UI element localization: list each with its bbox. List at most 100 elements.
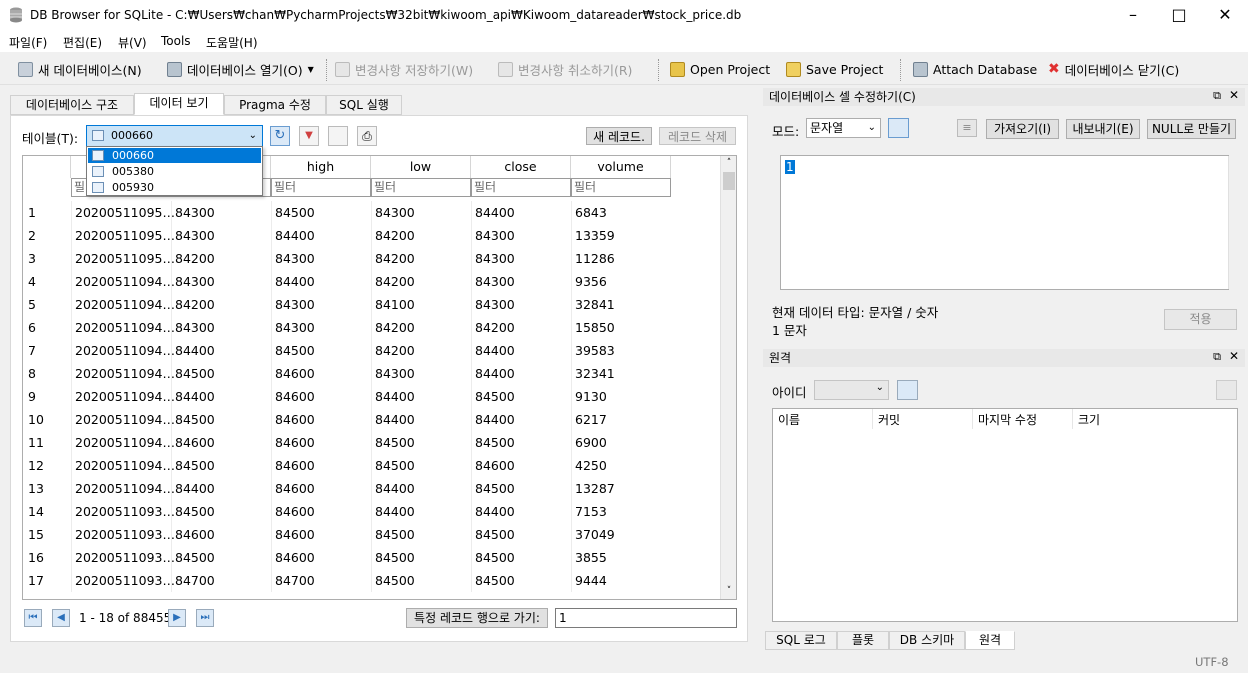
goto-record-button[interactable]: 특정 레코드 행으로 가기:: [406, 608, 548, 628]
cell-low[interactable]: 84500: [371, 431, 471, 454]
tab-browse-data[interactable]: 데이터 보기: [134, 93, 224, 115]
new-database-button[interactable]: 새 데이터베이스(N): [18, 59, 142, 79]
cell-volume[interactable]: 13287: [571, 477, 671, 500]
maximize-button[interactable]: □: [1156, 0, 1202, 30]
cell-low[interactable]: 84400: [371, 477, 471, 500]
new-record-button[interactable]: 새 레코드.: [586, 127, 652, 145]
vertical-scrollbar[interactable]: ˄ ˅: [720, 156, 736, 599]
row-number[interactable]: 3: [28, 251, 36, 266]
cell-low[interactable]: 84200: [371, 270, 471, 293]
cell-volume[interactable]: 32341: [571, 362, 671, 385]
cell-high[interactable]: 84600: [271, 385, 371, 408]
print-icon[interactable]: ⎙: [357, 126, 377, 146]
tab-plot[interactable]: 플롯: [837, 631, 889, 650]
tab-database-structure[interactable]: 데이터베이스 구조: [10, 95, 134, 115]
cell-close[interactable]: 84500: [471, 546, 571, 569]
cell-open[interactable]: 84500: [171, 408, 271, 431]
cell-low[interactable]: 84400: [371, 385, 471, 408]
cell-volume[interactable]: 15850: [571, 316, 671, 339]
cell-low[interactable]: 84100: [371, 293, 471, 316]
cell-date[interactable]: 20200511094…: [71, 431, 175, 454]
delete-record-button[interactable]: 레코드 삭제: [659, 127, 736, 145]
cell-date[interactable]: 20200511094…: [71, 385, 175, 408]
goto-record-input[interactable]: 1: [555, 608, 737, 628]
cell-close[interactable]: 84400: [471, 201, 571, 224]
column-header-close[interactable]: close: [471, 156, 571, 178]
save-table-icon[interactable]: [328, 126, 348, 146]
cell-low[interactable]: 84400: [371, 408, 471, 431]
add-identity-icon[interactable]: [897, 380, 918, 400]
cell-date[interactable]: 20200511094…: [71, 339, 175, 362]
mode-select[interactable]: 문자열 ⌄: [806, 118, 881, 138]
cell-open[interactable]: 84300: [171, 224, 271, 247]
row-number[interactable]: 5: [28, 297, 36, 312]
cell-low[interactable]: 84400: [371, 500, 471, 523]
menu-view[interactable]: 뷰(V): [118, 34, 147, 51]
cell-volume[interactable]: 9356: [571, 270, 671, 293]
open-project-button[interactable]: Open Project: [670, 59, 770, 79]
cell-date[interactable]: 20200511094…: [71, 316, 175, 339]
close-button[interactable]: ✕: [1202, 0, 1248, 30]
scroll-up-icon[interactable]: ˄: [721, 156, 736, 170]
cell-open[interactable]: 84600: [171, 431, 271, 454]
table-row[interactable]: 5 20200511094… 84200 84300 84100 84300 32841: [23, 293, 723, 316]
table-row[interactable]: 11 20200511094… 84600 84600 84500 84500 6900: [23, 431, 723, 454]
cell-high[interactable]: 84600: [271, 408, 371, 431]
remote-column-commit[interactable]: 커밋: [873, 409, 973, 429]
cell-open[interactable]: 84300: [171, 270, 271, 293]
cell-open[interactable]: 84500: [171, 500, 271, 523]
import-button[interactable]: 가져오기(I): [986, 119, 1059, 139]
table-row[interactable]: 8 20200511094… 84500 84600 84300 84400 32341: [23, 362, 723, 385]
cell-date[interactable]: 20200511093…: [71, 569, 175, 592]
remote-column-name[interactable]: 이름: [773, 409, 873, 429]
auto-switch-mode-icon[interactable]: [888, 118, 909, 138]
menu-tools[interactable]: Tools: [161, 34, 191, 48]
cell-volume[interactable]: 7153: [571, 500, 671, 523]
clear-filters-icon[interactable]: ▼: [299, 126, 319, 146]
cell-date[interactable]: 20200511094…: [71, 454, 175, 477]
cell-close[interactable]: 84300: [471, 293, 571, 316]
cell-date[interactable]: 20200511094…: [71, 362, 175, 385]
cell-low[interactable]: 84500: [371, 569, 471, 592]
chevron-down-icon[interactable]: ▼: [308, 65, 314, 74]
cell-volume[interactable]: 13359: [571, 224, 671, 247]
cell-volume[interactable]: 6900: [571, 431, 671, 454]
cell-close[interactable]: 84200: [471, 316, 571, 339]
cell-date[interactable]: 20200511094…: [71, 270, 175, 293]
table-row[interactable]: 10 20200511094… 84500 84600 84400 84400 6217: [23, 408, 723, 431]
cell-close[interactable]: 84500: [471, 569, 571, 592]
table-row[interactable]: 12 20200511094… 84500 84600 84500 84600 4250: [23, 454, 723, 477]
cell-date[interactable]: 20200511093…: [71, 546, 175, 569]
cell-close[interactable]: 84400: [471, 500, 571, 523]
cell-high[interactable]: 84500: [271, 201, 371, 224]
cell-close[interactable]: 84300: [471, 224, 571, 247]
cell-low[interactable]: 84200: [371, 247, 471, 270]
cell-volume[interactable]: 32841: [571, 293, 671, 316]
scrollbar-thumb[interactable]: [723, 172, 735, 190]
cell-volume[interactable]: 37049: [571, 523, 671, 546]
remote-column-size[interactable]: 크기: [1073, 409, 1173, 429]
table-row[interactable]: 7 20200511094… 84400 84500 84200 84400 39583: [23, 339, 723, 362]
next-record-icon[interactable]: ▶: [168, 609, 186, 627]
cell-low[interactable]: 84300: [371, 201, 471, 224]
push-database-icon[interactable]: [1216, 380, 1237, 400]
table-row[interactable]: 4 20200511094… 84300 84400 84200 84300 9356: [23, 270, 723, 293]
revert-changes-button[interactable]: 변경사항 취소하기(R): [498, 59, 632, 79]
previous-record-icon[interactable]: ◀: [52, 609, 70, 627]
cell-close[interactable]: 84300: [471, 270, 571, 293]
row-number[interactable]: 10: [28, 412, 44, 427]
dropdown-option[interactable]: 000660: [88, 148, 261, 163]
cell-close[interactable]: 84500: [471, 431, 571, 454]
scroll-down-icon[interactable]: ˅: [721, 584, 736, 598]
tab-edit-pragmas[interactable]: Pragma 수정: [224, 95, 326, 115]
cell-high[interactable]: 84700: [271, 569, 371, 592]
cell-open[interactable]: 84200: [171, 293, 271, 316]
cell-low[interactable]: 84200: [371, 224, 471, 247]
cell-open[interactable]: 84300: [171, 201, 271, 224]
tab-sql-log[interactable]: SQL 로그: [765, 631, 837, 650]
cell-high[interactable]: 84600: [271, 454, 371, 477]
identity-select[interactable]: ⌄: [814, 380, 889, 400]
cell-high[interactable]: 84600: [271, 431, 371, 454]
write-changes-button[interactable]: 변경사항 저장하기(W): [335, 59, 473, 79]
cell-volume[interactable]: 6217: [571, 408, 671, 431]
